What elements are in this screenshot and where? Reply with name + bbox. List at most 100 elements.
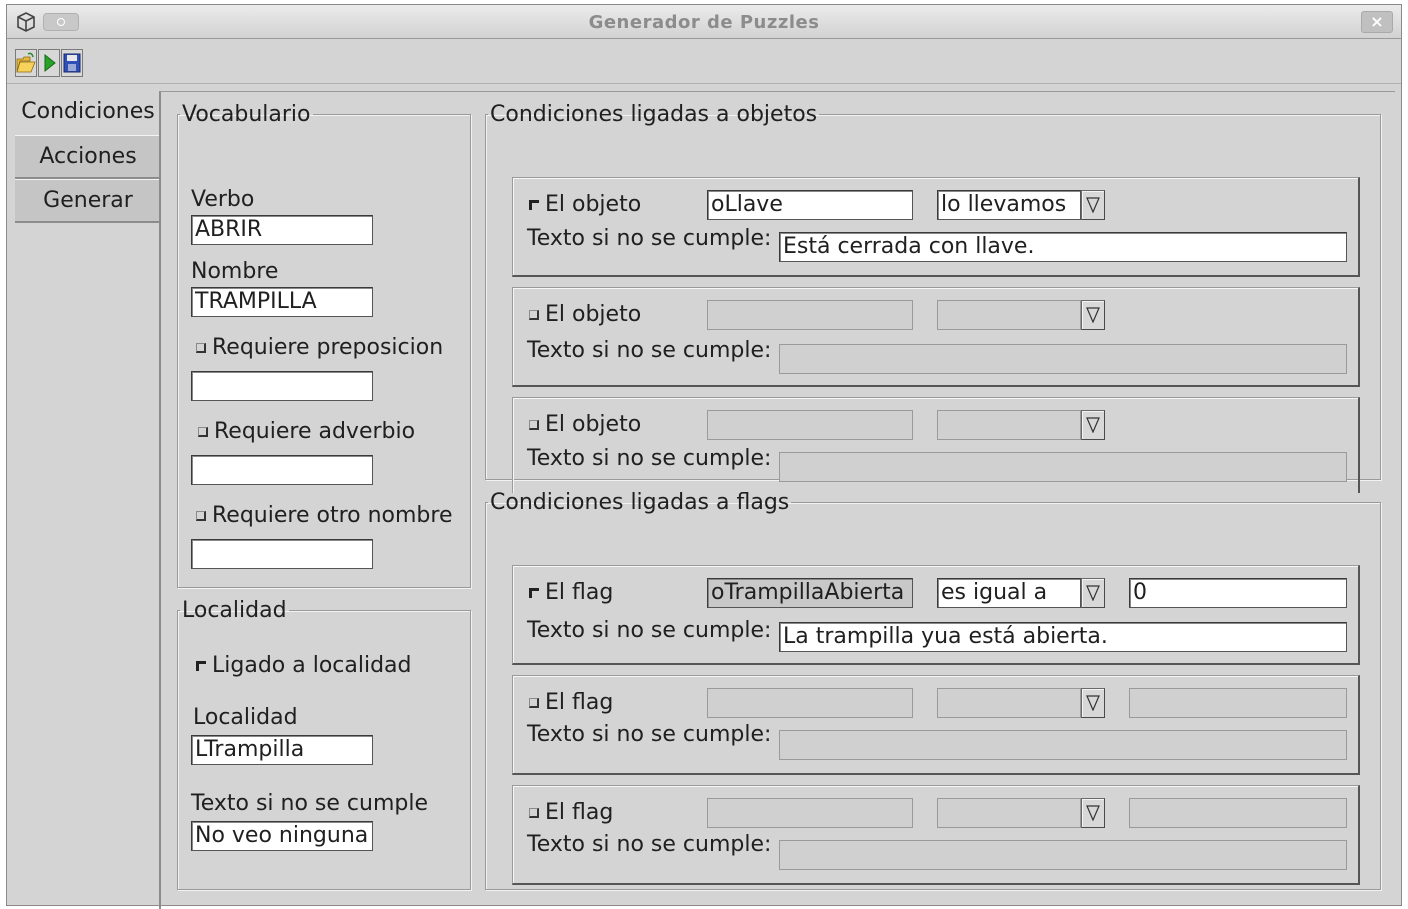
- vocabulario-group: Vocabulario Verbo ABRIR Nombre TRAMPILLA…: [177, 102, 471, 588]
- el-objeto-checkbox[interactable]: El objeto: [529, 192, 641, 217]
- flag-condition-select[interactable]: [937, 798, 1081, 828]
- flag-condition-select[interactable]: es igual a: [937, 578, 1081, 608]
- run-button[interactable]: [38, 49, 60, 77]
- flag-texto-input[interactable]: [779, 730, 1347, 760]
- el-flag-label: El flag: [545, 580, 614, 605]
- open-folder-icon: [16, 52, 36, 73]
- localidad-group: Localidad Ligado a localidad Localidad L…: [177, 598, 471, 890]
- requiere-adverbio-checkbox[interactable]: Requiere adverbio: [198, 419, 415, 444]
- objeto-input[interactable]: [707, 410, 913, 440]
- vocabulario-legend: Vocabulario: [182, 102, 311, 127]
- checkbox-box[interactable]: [196, 661, 206, 671]
- checkbox-box[interactable]: [529, 420, 539, 430]
- el-flag-checkbox[interactable]: El flag: [529, 580, 613, 605]
- objeto-input[interactable]: [707, 300, 913, 330]
- el-flag-checkbox[interactable]: El flag: [529, 690, 613, 715]
- ligado-a-localidad-checkbox[interactable]: Ligado a localidad: [196, 653, 412, 678]
- checkbox-box[interactable]: [196, 511, 206, 521]
- objeto-condition-row: El objeto Texto si no se cumple:: [512, 287, 1360, 387]
- run-icon: [44, 53, 56, 73]
- el-objeto-label: El objeto: [545, 412, 642, 437]
- verbo-input[interactable]: ABRIR: [191, 215, 373, 245]
- open-button[interactable]: [15, 49, 37, 77]
- flags-legend: Condiciones ligadas a flags: [490, 490, 790, 515]
- flag-condition-row: El flag oTrampillaAbierta es igual a 0 T…: [512, 565, 1360, 665]
- flag-condition-row: El flag Texto si no se cumple:: [512, 785, 1360, 885]
- localidad-label: Localidad: [193, 705, 298, 730]
- flag-value-input[interactable]: [1129, 688, 1347, 718]
- el-objeto-checkbox[interactable]: El objeto: [529, 412, 641, 437]
- tab-condiciones[interactable]: Condiciones: [15, 91, 161, 135]
- triangle-down-icon: [1086, 585, 1100, 601]
- nombre-input[interactable]: TRAMPILLA: [191, 287, 373, 317]
- checkbox-box[interactable]: [529, 200, 539, 210]
- triangle-down-icon: [1086, 307, 1100, 323]
- objeto-texto-input[interactable]: [779, 452, 1347, 482]
- el-flag-checkbox[interactable]: El flag: [529, 800, 613, 825]
- checkbox-box[interactable]: [198, 427, 208, 437]
- checkbox-box[interactable]: [196, 343, 206, 353]
- objeto-condition-select[interactable]: [937, 300, 1081, 330]
- el-objeto-label: El objeto: [545, 192, 642, 217]
- texto-si-no-se-cumple-label: Texto si no se cumple:: [527, 226, 772, 251]
- localidad-texto-label: Texto si no se cumple: [191, 791, 428, 816]
- adverbio-input[interactable]: [191, 455, 373, 485]
- objeto-condition-dropdown-button[interactable]: [1081, 190, 1105, 220]
- flag-input[interactable]: oTrampillaAbierta: [707, 578, 913, 608]
- verbo-label: Verbo: [191, 187, 255, 212]
- el-objeto-checkbox[interactable]: El objeto: [529, 302, 641, 327]
- texto-si-no-se-cumple-label: Texto si no se cumple:: [527, 832, 772, 857]
- checkbox-box[interactable]: [529, 310, 539, 320]
- flag-condition-row: El flag Texto si no se cumple:: [512, 675, 1360, 775]
- flag-condition-dropdown-button[interactable]: [1081, 578, 1105, 608]
- save-icon: [63, 53, 81, 73]
- localidad-texto-input[interactable]: No veo ninguna: [191, 821, 373, 851]
- checkbox-box[interactable]: [529, 808, 539, 818]
- flag-condition-dropdown-button[interactable]: [1081, 798, 1105, 828]
- nombre-label: Nombre: [191, 259, 279, 284]
- objeto-condition-row: El objeto oLlave lo llevamos Texto si no…: [512, 177, 1360, 277]
- flag-condition-dropdown-button[interactable]: [1081, 688, 1105, 718]
- objeto-texto-input[interactable]: [779, 344, 1347, 374]
- objetos-group: Condiciones ligadas a objetos El objeto …: [485, 102, 1381, 493]
- flag-texto-input[interactable]: [779, 840, 1347, 870]
- save-button[interactable]: [61, 49, 83, 77]
- objeto-texto-input[interactable]: Está cerrada con llave.: [779, 232, 1347, 262]
- window-title: Generador de Puzzles: [588, 12, 820, 33]
- objeto-condition-dropdown-button[interactable]: [1081, 410, 1105, 440]
- flag-value-input[interactable]: [1129, 798, 1347, 828]
- flag-condition-select[interactable]: [937, 688, 1081, 718]
- checkbox-box[interactable]: [529, 588, 539, 598]
- objeto-condition-select[interactable]: [937, 410, 1081, 440]
- flag-input[interactable]: [707, 688, 913, 718]
- texto-si-no-se-cumple-label: Texto si no se cumple:: [527, 338, 772, 363]
- preposicion-input[interactable]: [191, 371, 373, 401]
- toolbar: [7, 40, 1401, 84]
- objeto-condition-select[interactable]: lo llevamos: [937, 190, 1081, 220]
- requiere-preposicion-label: Requiere preposicion: [212, 335, 444, 360]
- flag-input[interactable]: [707, 798, 913, 828]
- triangle-down-icon: [1086, 417, 1100, 433]
- objeto-input[interactable]: oLlave: [707, 190, 913, 220]
- flags-group: Condiciones ligadas a flags El flag oTra…: [485, 490, 1381, 890]
- checkbox-box[interactable]: [529, 698, 539, 708]
- triangle-down-icon: [1086, 197, 1100, 213]
- otro-nombre-input[interactable]: [191, 539, 373, 569]
- flag-texto-input[interactable]: La trampilla yua está abierta.: [779, 622, 1347, 652]
- texto-si-no-se-cumple-label: Texto si no se cumple:: [527, 618, 772, 643]
- title-bar[interactable]: Generador de Puzzles ×: [7, 5, 1401, 39]
- requiere-preposicion-checkbox[interactable]: Requiere preposicion: [196, 335, 443, 360]
- objeto-condition-dropdown-button[interactable]: [1081, 300, 1105, 330]
- ligado-a-localidad-label: Ligado a localidad: [212, 653, 412, 678]
- app-window: Generador de Puzzles × Condiciones Accio…: [6, 4, 1402, 909]
- localidad-input[interactable]: LTrampilla: [191, 735, 373, 765]
- el-flag-label: El flag: [545, 690, 614, 715]
- el-objeto-label: El objeto: [545, 302, 642, 327]
- flag-value-input[interactable]: 0: [1129, 578, 1347, 608]
- tab-generar[interactable]: Generar: [15, 179, 161, 223]
- close-button[interactable]: ×: [1361, 11, 1393, 33]
- tab-acciones[interactable]: Acciones: [15, 135, 161, 179]
- requiere-otro-nombre-checkbox[interactable]: Requiere otro nombre: [196, 503, 452, 528]
- triangle-down-icon: [1086, 695, 1100, 711]
- objetos-legend: Condiciones ligadas a objetos: [490, 102, 818, 127]
